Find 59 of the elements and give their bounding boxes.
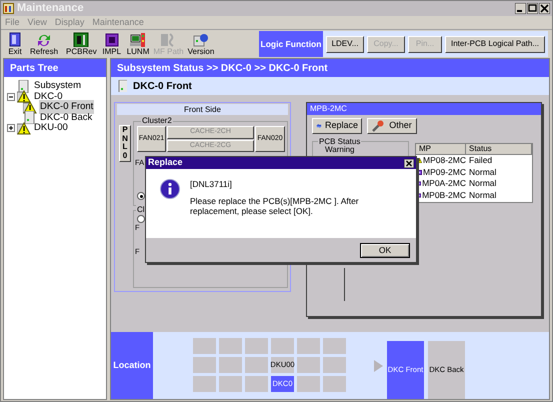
tree-item[interactable]: DKC-0 Front — [39, 100, 94, 114]
cabinet-icon — [17, 80, 31, 93]
window-button[interactable]: Replace — [312, 118, 362, 134]
path-icon — [160, 32, 176, 47]
table-cell-text: Normal — [468, 166, 498, 179]
message-code: [DNL3711i] — [190, 179, 233, 189]
warning-icon — [17, 90, 31, 104]
info-box-icon — [192, 32, 209, 47]
close-button[interactable] — [539, 3, 550, 14]
warning-icon — [17, 122, 31, 135]
chip-icon — [104, 32, 120, 47]
toolbar-button[interactable]: Exit — [3, 32, 27, 57]
status-value: Warning — [325, 145, 354, 154]
wrench-icon — [371, 119, 385, 133]
close-button[interactable] — [404, 158, 414, 168]
app-icon — [3, 3, 14, 14]
cabinet-icon — [23, 111, 37, 124]
group-label: Cluster2 — [141, 116, 173, 126]
toolbar-button[interactable]: IMPL — [100, 32, 124, 57]
info-icon — [160, 179, 180, 199]
dialog-title: Replace — [148, 156, 184, 170]
ok-button[interactable]: OK — [360, 242, 410, 258]
column-header[interactable]: MP — [416, 144, 466, 155]
group-label: Cl — [136, 205, 146, 215]
breadcrumb: Subsystem Status >> DKC-0 >> DKC-0 Front — [111, 59, 549, 77]
logic-button[interactable]: LDEV... — [326, 36, 364, 52]
panel-title: Parts Tree — [4, 59, 106, 77]
table-cell: MP09-2MC — [423, 166, 466, 179]
table-cell-text: Normal — [468, 177, 498, 190]
table-cell: MP0A-2MC — [422, 177, 466, 190]
group-label: PCB Status — [318, 137, 362, 146]
cabinet-icon — [117, 80, 127, 92]
window-button[interactable]: Other — [367, 118, 417, 134]
table-cell-text: Failed — [468, 154, 494, 168]
window-title: MPB-2MC — [307, 103, 541, 115]
radio-button[interactable] — [137, 192, 145, 200]
radio-button[interactable] — [137, 215, 145, 223]
computer-icon — [130, 32, 146, 47]
exit-icon — [7, 32, 23, 47]
location-label: Location — [111, 332, 153, 399]
toolbar-button[interactable]: PCBRev — [65, 32, 98, 57]
logic-function-label: Logic Function — [259, 31, 323, 57]
message-text: Please replace the PCB(s)[MPB-2MC ]. After replacement, please select [OK]. — [190, 196, 360, 216]
circuit-board-icon — [73, 32, 90, 47]
table-cell-text: Normal — [468, 188, 498, 202]
table-cell: MP08-2MC — [423, 154, 466, 168]
panel-button[interactable]: PNL0 — [119, 125, 131, 162]
minimize-button[interactable] — [515, 3, 526, 14]
arrow-icon — [374, 360, 383, 372]
maximize-button[interactable] — [527, 3, 538, 14]
arrows-icon — [36, 32, 52, 47]
table-cell: MP0B-2MC — [422, 188, 466, 202]
panel-header: Front Side — [117, 104, 288, 115]
toolbar-button[interactable]: LUNM — [126, 32, 150, 57]
toolbar-button[interactable]: Version — [186, 32, 216, 57]
logic-button[interactable]: Inter-PCB Logical Path... — [445, 36, 545, 52]
view-title: DKC-0 Front — [133, 80, 192, 94]
column-header[interactable]: Status — [466, 144, 532, 155]
toolbar-button[interactable]: Refresh — [29, 32, 60, 57]
